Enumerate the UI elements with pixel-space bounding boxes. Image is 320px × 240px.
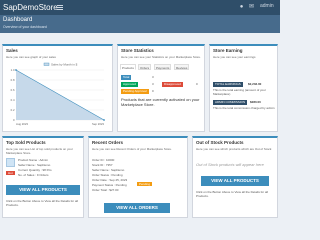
earning-desc: Here you can see your earnings <box>213 55 256 59</box>
stats-desc: Here you can see your Statistics on your… <box>121 55 201 59</box>
y-tick-label: 0.4 <box>11 98 15 102</box>
y-tick-label: 1.0 <box>11 68 15 72</box>
sales-point[interactable] <box>103 119 105 121</box>
out-of-stock-footer: Click on the Button Above to View all th… <box>196 190 268 198</box>
product-quantity: Current Quantity : 98 Pcs <box>18 168 52 172</box>
product-seller: Seller Name : SapDemo <box>18 163 51 167</box>
stat-disapproved-value: 0 <box>196 82 198 86</box>
page-header <box>0 15 280 33</box>
stat-pending-value: 0 <box>152 89 154 93</box>
stat-approved-value: 3 <box>152 82 154 86</box>
stats-title: Store Statistics <box>121 48 154 53</box>
view-all-orders-button[interactable]: VIEW ALL ORDERS <box>104 203 170 213</box>
total-earnings-note: This is the total earning (amount of you… <box>213 88 266 96</box>
top-sold-footer: Click on the Button Above to View all th… <box>6 199 78 207</box>
stat-pending-label: Pending Approval <box>121 89 149 94</box>
order-payment-status: Payment Status : Pending <box>92 183 127 187</box>
y-tick-label: 0 <box>13 118 15 122</box>
hot-badge: Hot <box>6 171 15 175</box>
view-all-products-button[interactable]: VIEW ALL PRODUCTS <box>6 185 80 195</box>
sales-chart: Sales by Month in $ 1.0 0.8 0.6 0.4 0.2 0Aug 2… <box>11 62 105 126</box>
total-earnings-value: $2,232.00 <box>248 82 262 86</box>
order-seller: Seller Name : SapDemo <box>92 168 125 172</box>
product-orders: No. of Sales : 9 Orders <box>18 173 49 177</box>
stat-total-label: Total <box>121 75 132 80</box>
recent-orders-card: Recent Orders Here you can see Recent Or… <box>88 136 188 218</box>
x-tick-label: Sep 2023 <box>92 122 104 126</box>
out-of-stock-desc: Here you can see which products which ar… <box>196 147 272 151</box>
user-menu[interactable]: admin <box>260 3 274 9</box>
page-title: Dashboard <box>3 17 33 23</box>
top-sold-products-card: Top Sold Products Here you can see List … <box>2 136 84 218</box>
order-status: Order Status : Pending <box>92 173 123 177</box>
out-of-stock-empty: Out of Stock products will appear here <box>196 162 264 167</box>
order-total: Order Total : $27.00 <box>92 188 119 192</box>
order-date: Order Date : Sep 25, 2023 <box>92 178 128 182</box>
menu-toggle-icon[interactable] <box>57 5 63 10</box>
stat-total-value: 3 <box>152 75 154 79</box>
sales-title: Sales <box>6 48 18 53</box>
top-sold-title: Top Sold Products <box>6 140 46 145</box>
admin-commission-label: ADMIN COMMISSION <box>213 100 248 105</box>
tab-reviews[interactable]: Reviews <box>174 64 190 70</box>
tab-payments[interactable]: Payments <box>154 64 172 70</box>
y-tick-label: 0.2 <box>11 108 15 112</box>
view-out-of-stock-button[interactable]: VIEW ALL PRODUCTS <box>201 176 269 186</box>
page-subtitle: Overview of your dashboard <box>3 25 47 29</box>
order-id: Order ID : 10000 <box>92 158 115 162</box>
order-stock-id: Stock ID : 7357 <box>92 163 113 167</box>
store-earning-card: Store Earning Here you can see your earn… <box>209 44 278 132</box>
y-tick-label: 0.6 <box>11 88 15 92</box>
legend-label: Sales by Month in $ <box>51 63 78 67</box>
product-name: Product Name : Admin <box>18 158 49 162</box>
stats-note: Products that are currently activated on… <box>121 97 200 107</box>
store-statistics-card: Store Statistics Here you can see your S… <box>117 44 205 132</box>
out-of-stock-card: Out of Stock Products Here you can see w… <box>192 136 278 218</box>
sales-point[interactable] <box>15 69 17 71</box>
total-earnings-label: TOTAL EARNINGS <box>213 82 243 87</box>
top-sold-desc: Here you can see List of top sold produc… <box>6 147 73 155</box>
sales-desc: Here you can see graph of your sales <box>6 55 56 59</box>
admin-commission-note: This is the total commission charged by … <box>213 106 275 110</box>
bell-icon[interactable]: ● <box>238 4 245 11</box>
envelope-icon[interactable]: ✉ <box>248 4 255 11</box>
payment-status-badge: Pending <box>137 182 153 186</box>
brand-logo[interactable]: SapDemoStore <box>3 3 58 12</box>
sales-card: Sales Here you can see graph of your sal… <box>2 44 113 132</box>
legend-swatch <box>43 62 50 66</box>
y-tick-label: 0.8 <box>11 78 15 82</box>
admin-commission-value: $280.00 <box>250 100 261 104</box>
recent-orders-title: Recent Orders <box>92 140 124 145</box>
x-tick-label: Aug 2023 <box>16 122 28 126</box>
product-thumbnail[interactable] <box>6 158 15 167</box>
stat-approved-label: Approved <box>121 82 138 87</box>
recent-orders-desc: Here you can see Recent Orders of your M… <box>92 147 172 151</box>
out-of-stock-title: Out of Stock Products <box>196 140 244 145</box>
tab-products[interactable]: Products <box>120 64 136 70</box>
earning-title: Store Earning <box>213 48 243 53</box>
stat-disapproved-label: Disapproved <box>162 82 183 87</box>
tab-orders[interactable]: Orders <box>138 64 152 70</box>
